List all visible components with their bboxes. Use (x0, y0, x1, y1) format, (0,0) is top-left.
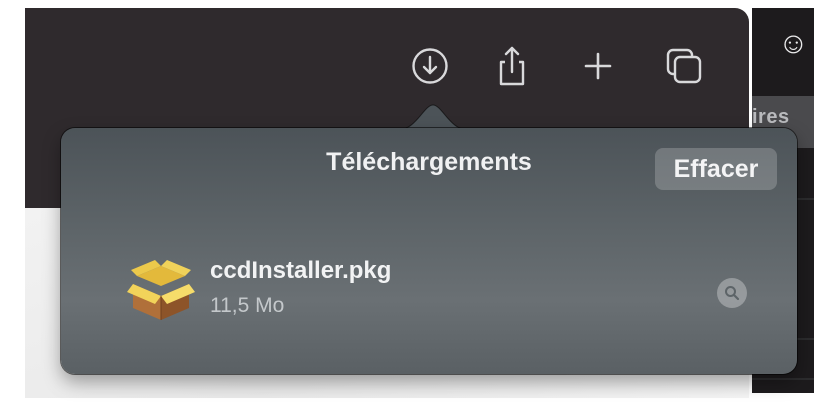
download-item[interactable]: ccdInstaller.pkg 11,5 Mo (121, 250, 761, 330)
reveal-in-finder-button[interactable] (717, 278, 747, 308)
clear-button[interactable]: Effacer (655, 148, 777, 190)
share-icon[interactable] (490, 44, 534, 88)
file-name: ccdInstaller.pkg (210, 257, 392, 284)
file-size: 11,5 Mo (210, 294, 285, 317)
package-icon (127, 260, 195, 320)
downloads-popover: Téléchargements Effacer ccdInstaller.pkg… (61, 128, 797, 374)
divider (752, 378, 814, 380)
page-background (0, 0, 25, 403)
background-tab-text: ires (752, 106, 790, 128)
download-icon[interactable] (408, 44, 452, 88)
plus-icon[interactable] (576, 44, 620, 88)
magnifier-icon (725, 286, 740, 301)
smiley-icon[interactable]: ☺ (778, 26, 814, 62)
tabs-overview-icon[interactable] (662, 44, 706, 88)
